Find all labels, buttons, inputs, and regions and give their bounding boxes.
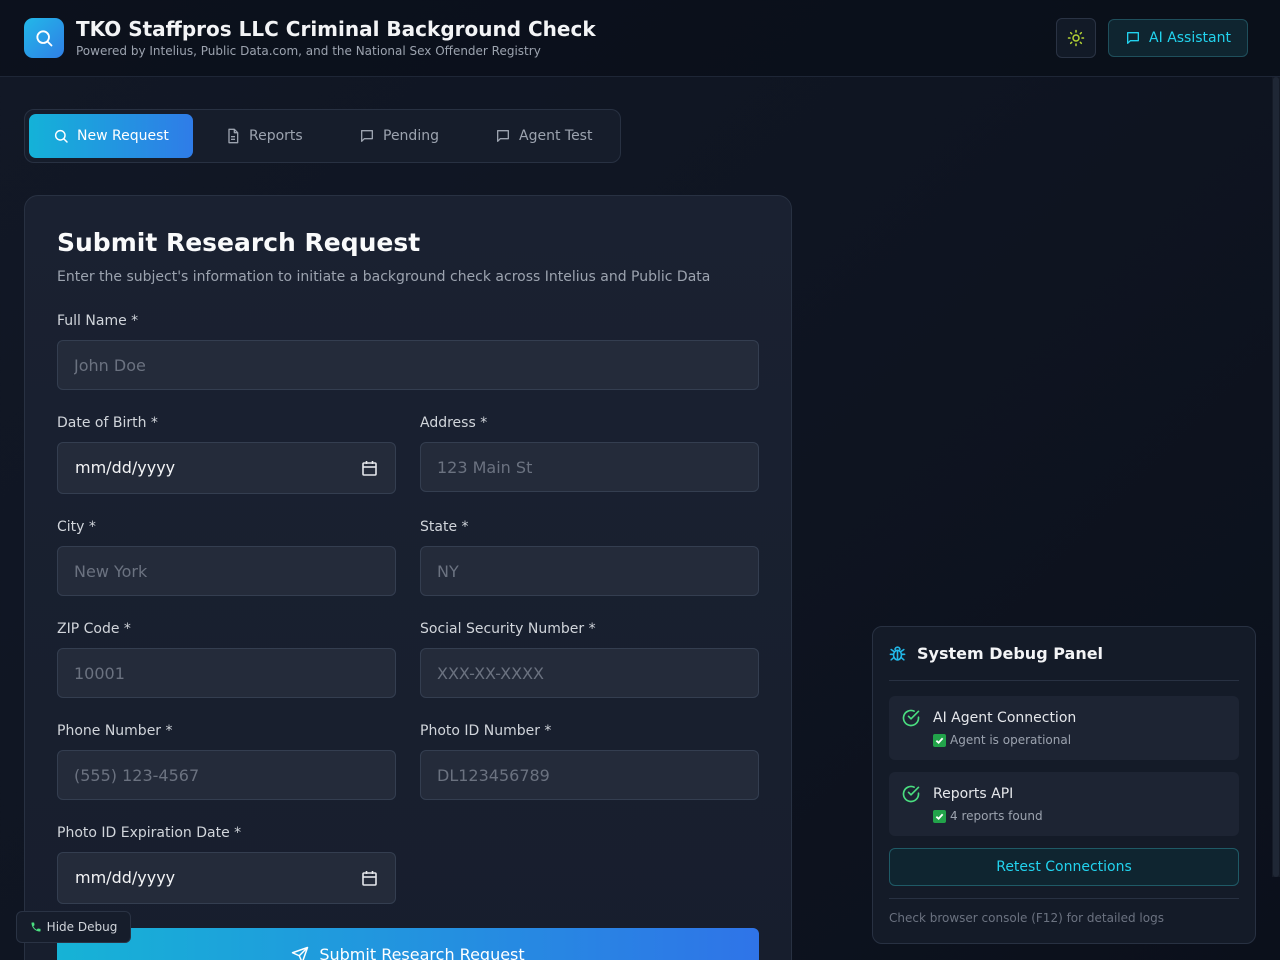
photo-id-exp-input[interactable]: mm/dd/yyyy [57, 852, 396, 904]
city-label: City * [57, 519, 96, 535]
status-ai-agent: AI Agent Connection Agent is operational [889, 696, 1239, 760]
app-title: TKO Staffpros LLC Criminal Background Ch… [76, 17, 596, 41]
dob-value: mm/dd/yyyy [75, 458, 176, 477]
search-icon [36, 30, 53, 47]
tab-reports[interactable]: Reports [201, 114, 327, 158]
tab-agent-test[interactable]: Agent Test [471, 114, 617, 158]
search-icon [54, 129, 68, 143]
state-label: State * [420, 519, 469, 535]
status-reports-api: Reports API 4 reports found [889, 772, 1239, 836]
status-message: 4 reports found [933, 809, 1043, 823]
zip-input[interactable] [57, 648, 396, 698]
address-label: Address * [420, 415, 488, 431]
message-icon [1127, 31, 1140, 44]
state-input[interactable] [420, 546, 759, 596]
city-input[interactable] [57, 546, 396, 596]
retest-connections-button[interactable]: Retest Connections [889, 848, 1239, 886]
bug-icon [889, 646, 906, 661]
status-message-text: 4 reports found [950, 809, 1043, 823]
tab-label: Reports [249, 128, 303, 144]
ai-assistant-button[interactable]: AI Assistant [1108, 19, 1248, 57]
divider [889, 680, 1239, 681]
address-input[interactable] [420, 442, 759, 492]
status-name: AI Agent Connection [933, 710, 1077, 726]
send-icon [292, 946, 309, 960]
calendar-icon[interactable] [362, 870, 377, 886]
debug-footer-note: Check browser console (F12) for detailed… [889, 911, 1164, 925]
check-mark-icon [933, 733, 946, 747]
tab-label: Pending [383, 128, 439, 144]
photo-id-input[interactable] [420, 750, 759, 800]
scrollbar-thumb[interactable] [1273, 77, 1279, 877]
form-description: Enter the subject's information to initi… [57, 269, 711, 285]
hide-debug-label: Hide Debug [46, 920, 118, 934]
photo-id-exp-value: mm/dd/yyyy [75, 868, 176, 887]
message-icon [497, 130, 509, 142]
retest-label: Retest Connections [996, 859, 1132, 875]
hide-debug-button[interactable]: Hide Debug [16, 911, 131, 943]
ssn-label: Social Security Number * [420, 621, 596, 637]
sun-icon [1067, 29, 1085, 47]
photo-id-exp-label: Photo ID Expiration Date * [57, 825, 242, 841]
debug-panel-title: System Debug Panel [888, 644, 1103, 663]
divider [889, 898, 1239, 899]
app-logo [24, 18, 64, 58]
dob-label: Date of Birth * [57, 415, 158, 431]
phone-label: Phone Number * [57, 723, 173, 739]
dob-input[interactable]: mm/dd/yyyy [57, 442, 396, 494]
photo-id-label: Photo ID Number * [420, 723, 552, 739]
phone-input[interactable] [57, 750, 396, 800]
debug-title-label: System Debug Panel [917, 644, 1104, 663]
page-scrollbar[interactable] [1272, 77, 1280, 877]
submit-request-button[interactable]: Submit Research Request [57, 928, 759, 960]
tab-pending[interactable]: Pending [335, 114, 463, 158]
status-message-text: Agent is operational [950, 733, 1072, 747]
ssn-input[interactable] [420, 648, 759, 698]
app-subtitle: Powered by Intelius, Public Data.com, an… [76, 44, 541, 58]
tab-new-request[interactable]: New Request [29, 114, 193, 158]
theme-toggle-button[interactable] [1056, 18, 1096, 58]
full-name-label: Full Name * [57, 313, 139, 329]
ai-assistant-label: AI Assistant [1149, 30, 1231, 46]
tab-label: New Request [77, 128, 169, 144]
message-icon [361, 130, 373, 142]
tab-label: Agent Test [519, 128, 593, 144]
form-title: Submit Research Request [57, 228, 421, 257]
check-circle-icon [902, 709, 920, 727]
zip-label: ZIP Code * [57, 621, 131, 637]
check-circle-icon [902, 785, 920, 803]
full-name-input[interactable] [57, 340, 759, 390]
calendar-icon[interactable] [362, 460, 377, 476]
document-icon [228, 128, 239, 144]
status-message: Agent is operational [933, 733, 1071, 747]
phone-icon [31, 922, 41, 932]
submit-label: Submit Research Request [319, 945, 525, 960]
check-mark-icon [933, 809, 946, 823]
status-name: Reports API [933, 786, 1014, 802]
